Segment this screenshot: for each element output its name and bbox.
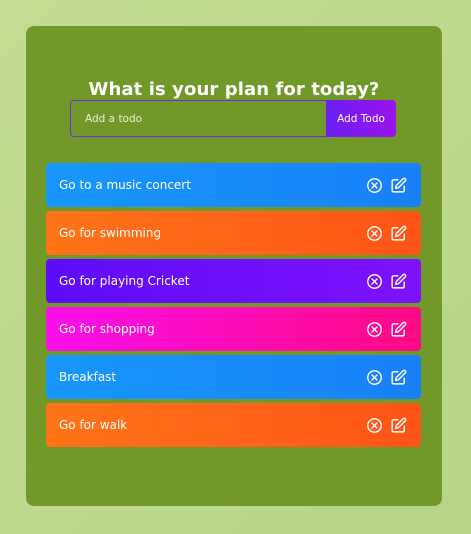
page-title: What is your plan for today?: [88, 79, 380, 100]
todo-item: Go for playing Cricket: [46, 259, 421, 303]
todo-text[interactable]: Go for playing Cricket: [59, 274, 189, 288]
todo-text[interactable]: Go for shopping: [59, 322, 155, 336]
todo-text[interactable]: Breakfast: [59, 370, 116, 384]
todo-item: Go for walk: [46, 403, 421, 447]
edit-icon[interactable]: [390, 369, 407, 386]
todo-item: Go for shopping: [46, 307, 421, 351]
todo-input[interactable]: [70, 100, 326, 137]
todo-text[interactable]: Go for swimming: [59, 226, 161, 240]
add-todo-button[interactable]: Add Todo: [326, 100, 396, 137]
todo-app-card: What is your plan for today? Add Todo Go…: [26, 26, 442, 506]
edit-icon[interactable]: [390, 321, 407, 338]
close-circle-icon[interactable]: [366, 321, 383, 338]
close-circle-icon[interactable]: [366, 225, 383, 242]
todo-text[interactable]: Go for walk: [59, 418, 127, 432]
edit-icon[interactable]: [390, 417, 407, 434]
edit-icon[interactable]: [390, 273, 407, 290]
todo-actions: [366, 369, 407, 386]
todo-text[interactable]: Go to a music concert: [59, 178, 191, 192]
todo-item: Go to a music concert: [46, 163, 421, 207]
edit-icon[interactable]: [390, 225, 407, 242]
todo-actions: [366, 321, 407, 338]
todo-actions: [366, 273, 407, 290]
todo-list: Go to a music concert Go for swimming Go…: [46, 163, 421, 451]
edit-icon[interactable]: [390, 177, 407, 194]
todo-item: Go for swimming: [46, 211, 421, 255]
todo-actions: [366, 417, 407, 434]
todo-form: Add Todo: [70, 100, 396, 137]
todo-actions: [366, 225, 407, 242]
todo-actions: [366, 177, 407, 194]
close-circle-icon[interactable]: [366, 417, 383, 434]
todo-item: Breakfast: [46, 355, 421, 399]
close-circle-icon[interactable]: [366, 369, 383, 386]
close-circle-icon[interactable]: [366, 273, 383, 290]
close-circle-icon[interactable]: [366, 177, 383, 194]
